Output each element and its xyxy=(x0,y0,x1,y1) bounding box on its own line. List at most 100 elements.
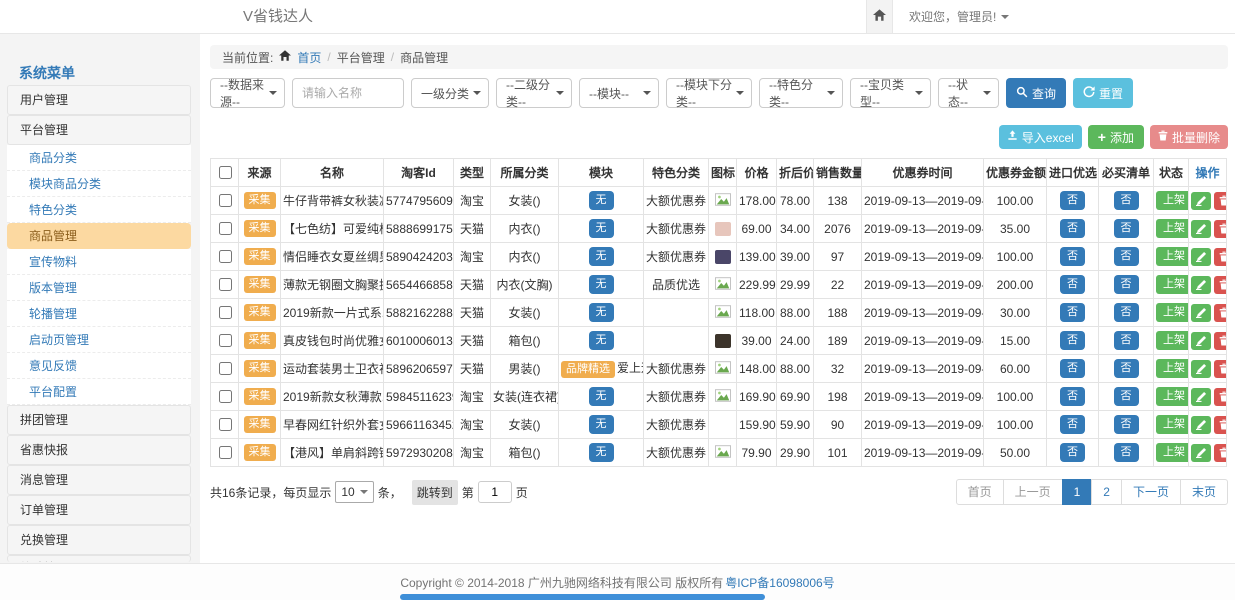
filter-select-data-source[interactable]: --数据来源-- xyxy=(210,78,285,108)
row-checkbox[interactable] xyxy=(219,418,232,431)
name-search-input[interactable] xyxy=(292,78,404,108)
sidebar-item[interactable]: 用户管理 xyxy=(7,85,191,115)
import-select-toggle[interactable]: 否 xyxy=(1060,359,1085,378)
import-select-toggle[interactable]: 否 xyxy=(1060,331,1085,350)
delete-button[interactable] xyxy=(1214,248,1227,266)
row-checkbox[interactable] xyxy=(219,306,232,319)
delete-button[interactable] xyxy=(1214,444,1227,462)
import-select-toggle[interactable]: 否 xyxy=(1060,275,1085,294)
status-button[interactable]: 上架 xyxy=(1156,275,1189,294)
sidebar-item[interactable]: 意见反馈 xyxy=(7,353,191,379)
pager-first[interactable]: 首页 xyxy=(956,479,1004,505)
horizontal-scrollbar-thumb[interactable] xyxy=(400,594,765,600)
filter-select-secondary-category[interactable]: --二级分类-- xyxy=(496,78,572,108)
status-button[interactable]: 上架 xyxy=(1156,331,1189,350)
import-select-toggle[interactable]: 否 xyxy=(1060,303,1085,322)
sidebar-item[interactable]: 版本管理 xyxy=(7,275,191,301)
breadcrumb-home-link[interactable]: 首页 xyxy=(297,49,321,66)
search-button[interactable]: 查询 xyxy=(1006,78,1066,108)
edit-button[interactable] xyxy=(1191,332,1211,350)
batch-delete-button[interactable]: 批量删除 xyxy=(1150,125,1228,149)
must-buy-toggle[interactable]: 否 xyxy=(1114,359,1139,378)
delete-button[interactable] xyxy=(1214,220,1227,238)
import-select-toggle[interactable]: 否 xyxy=(1060,387,1085,406)
import-select-toggle[interactable]: 否 xyxy=(1060,443,1085,462)
sidebar-item[interactable]: 商品分类 xyxy=(7,145,191,171)
user-menu[interactable]: 欢迎您，管理员! xyxy=(909,8,1009,25)
must-buy-toggle[interactable]: 否 xyxy=(1114,219,1139,238)
status-button[interactable]: 上架 xyxy=(1156,415,1189,434)
edit-button[interactable] xyxy=(1191,360,1211,378)
status-button[interactable]: 上架 xyxy=(1156,219,1189,238)
row-checkbox[interactable] xyxy=(219,250,232,263)
jump-button[interactable]: 跳转到 xyxy=(412,480,458,505)
edit-button[interactable] xyxy=(1191,388,1211,406)
status-button[interactable]: 上架 xyxy=(1156,359,1189,378)
sidebar-item[interactable]: 轮播管理 xyxy=(7,301,191,327)
row-checkbox[interactable] xyxy=(219,362,232,375)
must-buy-toggle[interactable]: 否 xyxy=(1114,303,1139,322)
sidebar-item[interactable]: 商品管理 xyxy=(7,223,191,249)
must-buy-toggle[interactable]: 否 xyxy=(1114,443,1139,462)
must-buy-toggle[interactable]: 否 xyxy=(1114,387,1139,406)
row-checkbox[interactable] xyxy=(219,222,232,235)
filter-select-feature-category[interactable]: --特色分类-- xyxy=(759,78,843,108)
pager-prev[interactable]: 上一页 xyxy=(1003,479,1063,505)
jump-page-input[interactable] xyxy=(478,481,512,503)
row-checkbox[interactable] xyxy=(219,334,232,347)
status-button[interactable]: 上架 xyxy=(1156,303,1189,322)
must-buy-toggle[interactable]: 否 xyxy=(1114,331,1139,350)
delete-button[interactable] xyxy=(1214,416,1227,434)
delete-button[interactable] xyxy=(1214,304,1227,322)
import-select-toggle[interactable]: 否 xyxy=(1060,191,1085,210)
pager-last[interactable]: 末页 xyxy=(1180,479,1228,505)
sidebar-item[interactable]: 平台配置 xyxy=(7,379,191,405)
icp-link[interactable]: 粤ICP备16098006号 xyxy=(725,574,834,591)
status-button[interactable]: 上架 xyxy=(1156,443,1189,462)
edit-button[interactable] xyxy=(1191,220,1211,238)
page-size-select[interactable]: 10 xyxy=(335,481,373,503)
select-all-checkbox[interactable] xyxy=(219,166,232,179)
pager-next[interactable]: 下一页 xyxy=(1121,479,1181,505)
filter-select-primary-category[interactable]: 一级分类 xyxy=(411,78,489,108)
row-checkbox[interactable] xyxy=(219,194,232,207)
filter-select-status[interactable]: --状态-- xyxy=(938,78,999,108)
sidebar-item[interactable]: 消息管理 xyxy=(7,465,191,495)
status-button[interactable]: 上架 xyxy=(1156,247,1189,266)
delete-button[interactable] xyxy=(1214,192,1227,210)
row-checkbox[interactable] xyxy=(219,278,232,291)
edit-button[interactable] xyxy=(1191,248,1211,266)
delete-button[interactable] xyxy=(1214,360,1227,378)
edit-button[interactable] xyxy=(1191,416,1211,434)
pager-page[interactable]: 1 xyxy=(1062,479,1093,505)
delete-button[interactable] xyxy=(1214,276,1227,294)
import-select-toggle[interactable]: 否 xyxy=(1060,415,1085,434)
edit-button[interactable] xyxy=(1191,276,1211,294)
import-select-toggle[interactable]: 否 xyxy=(1060,219,1085,238)
edit-button[interactable] xyxy=(1191,444,1211,462)
sidebar-item[interactable]: 统计管理 xyxy=(7,555,191,562)
sidebar-item[interactable]: 订单管理 xyxy=(7,495,191,525)
must-buy-toggle[interactable]: 否 xyxy=(1114,275,1139,294)
home-button[interactable] xyxy=(866,0,893,33)
row-checkbox[interactable] xyxy=(219,390,232,403)
status-button[interactable]: 上架 xyxy=(1156,387,1189,406)
import-select-toggle[interactable]: 否 xyxy=(1060,247,1085,266)
pager-page[interactable]: 2 xyxy=(1091,479,1122,505)
reset-button[interactable]: 重置 xyxy=(1073,78,1133,108)
sidebar-item[interactable]: 宣传物料 xyxy=(7,249,191,275)
delete-button[interactable] xyxy=(1214,332,1227,350)
must-buy-toggle[interactable]: 否 xyxy=(1114,247,1139,266)
filter-select-module-subcategory[interactable]: --模块下分类-- xyxy=(666,78,752,108)
delete-button[interactable] xyxy=(1214,388,1227,406)
add-button[interactable]: + 添加 xyxy=(1088,125,1144,149)
filter-select-item-type[interactable]: --宝贝类型-- xyxy=(850,78,931,108)
edit-button[interactable] xyxy=(1191,192,1211,210)
row-checkbox[interactable] xyxy=(219,446,232,459)
edit-button[interactable] xyxy=(1191,304,1211,322)
status-button[interactable]: 上架 xyxy=(1156,191,1189,210)
sidebar-item[interactable]: 拼团管理 xyxy=(7,405,191,435)
must-buy-toggle[interactable]: 否 xyxy=(1114,415,1139,434)
must-buy-toggle[interactable]: 否 xyxy=(1114,191,1139,210)
sidebar-item[interactable]: 兑换管理 xyxy=(7,525,191,555)
